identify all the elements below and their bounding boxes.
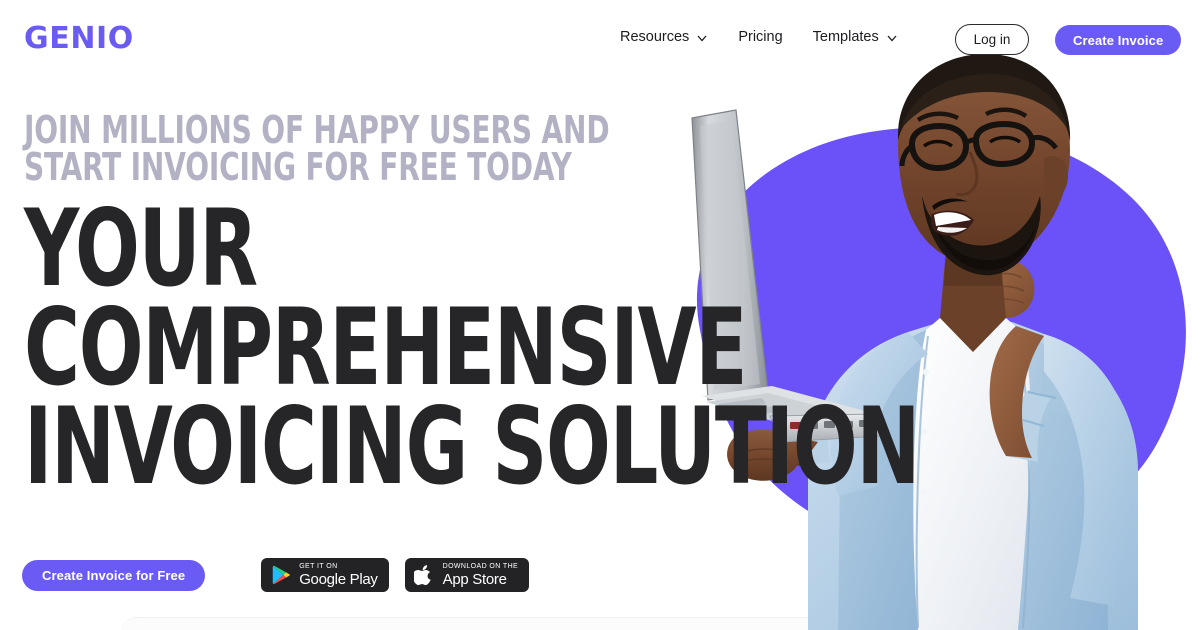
google-play-icon: [270, 564, 292, 586]
google-play-text: GET IT ON Google Play: [299, 563, 378, 588]
nav-item-resources[interactable]: Resources: [620, 29, 708, 45]
app-store-text: Download on the App Store: [443, 563, 519, 587]
headline-line-2: COMPREHENSIVE: [24, 286, 747, 410]
headline-line-1: YOUR: [24, 187, 258, 311]
brand-logo[interactable]: GENIO: [24, 24, 134, 54]
nav-item-label: Templates: [812, 29, 879, 45]
chevron-down-icon: [886, 32, 898, 44]
chevron-down-icon: [696, 32, 708, 44]
hero-eyebrow: JOIN MILLIONS OF HAPPY USERS AND START I…: [24, 108, 610, 190]
main-navigation: Resources Pricing Templates: [620, 29, 898, 45]
hero-cta-row: Create Invoice for Free GET IT ON Google…: [22, 558, 545, 592]
headline-line-3: INVOICING SOLUTION: [24, 384, 920, 508]
app-store-badge[interactable]: Download on the App Store: [404, 558, 530, 592]
login-button[interactable]: Log in: [955, 24, 1029, 55]
hero-copy: JOIN MILLIONS OF HAPPY USERS AND START I…: [24, 108, 1143, 508]
google-play-main-line: Google Play: [299, 571, 378, 588]
app-store-main-line: App Store: [442, 571, 507, 588]
site-header: GENIO Resources Pricing Templates Log in…: [0, 0, 1200, 78]
app-store-top-line: Download on the: [442, 563, 519, 570]
google-play-top-line: GET IT ON: [299, 563, 338, 570]
nav-item-pricing[interactable]: Pricing: [738, 29, 782, 45]
nav-item-templates[interactable]: Templates: [813, 29, 898, 45]
landing-page: GENIO Resources Pricing Templates Log in…: [0, 0, 1200, 630]
create-invoice-button[interactable]: Create Invoice: [1055, 25, 1182, 55]
nav-item-label: Resources: [620, 29, 690, 45]
nav-item-label: Pricing: [738, 29, 783, 45]
next-section-edge: [120, 617, 1080, 630]
hero-headline: YOUR COMPREHENSIVE INVOICING SOLUTION: [24, 187, 920, 508]
create-invoice-for-free-button[interactable]: Create Invoice for Free: [22, 559, 206, 591]
apple-icon: [413, 564, 436, 586]
google-play-badge[interactable]: GET IT ON Google Play: [261, 558, 389, 592]
